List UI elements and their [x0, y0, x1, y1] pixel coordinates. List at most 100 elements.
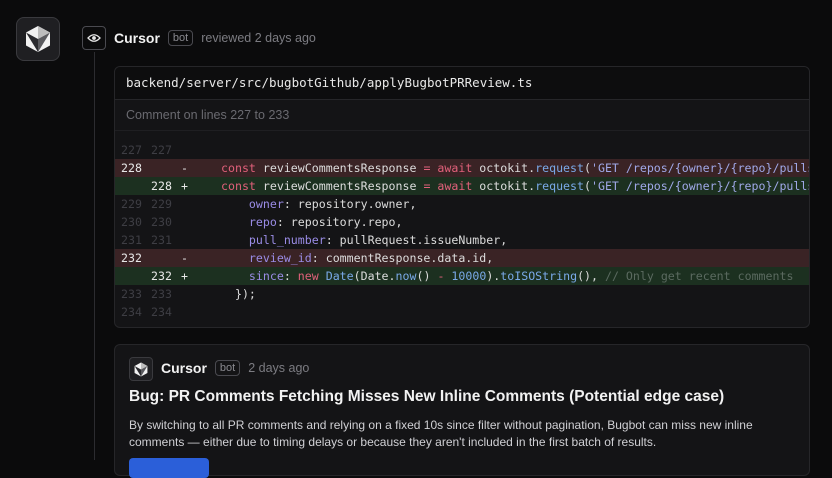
comment-timestamp[interactable]: 2 days ago — [248, 361, 309, 375]
code-text: review_id: commentResponse.data.id, — [221, 249, 493, 267]
code-token: // Only get recent comments — [604, 269, 794, 283]
code-token: ( — [584, 179, 591, 193]
old-line-number: 228 — [121, 161, 142, 175]
code-token: now — [395, 269, 417, 283]
code-token: const — [221, 161, 263, 175]
bot-badge: bot — [167, 30, 194, 46]
new-line-number: 228 — [151, 179, 172, 193]
old-line-number: 227 — [121, 143, 142, 157]
code-text: const reviewCommentsResponse = await oct… — [221, 159, 809, 177]
code-token: 10000 — [451, 269, 487, 283]
review-author[interactable]: Cursor — [114, 30, 160, 46]
file-path[interactable]: backend/server/src/bugbotGithub/applyBug… — [115, 67, 809, 100]
diff-line-added[interactable]: 232 + since: new Date(Date.now() - 10000)… — [115, 267, 809, 285]
code-token: request — [535, 161, 584, 175]
code-token: 'GET /repos/{owner}/{repo}/pulls/{pull_n… — [590, 179, 809, 193]
code-token: = await — [423, 179, 480, 193]
diff-code-block: 227 227 228- const reviewCommentsResponse =… — [115, 131, 809, 321]
comment-author-avatar[interactable] — [129, 357, 153, 381]
code-token: : repository.repo, — [276, 215, 403, 229]
code-text: }); — [221, 285, 256, 303]
code-token: : repository.owner, — [283, 197, 417, 211]
diff-line-deleted[interactable]: 228 - const reviewCommentsResponse = await… — [115, 159, 809, 177]
code-token: review_id — [248, 251, 312, 265]
code-token: ( — [584, 161, 591, 175]
code-token: new — [297, 269, 326, 283]
code-token: () — [416, 269, 438, 283]
comment-author[interactable]: Cursor — [161, 360, 207, 376]
comment-title: Bug: PR Comments Fetching Misses New Inl… — [129, 388, 725, 405]
old-line-number: 230 — [121, 215, 142, 229]
old-line-number: 229 — [121, 197, 142, 211]
code-token: : — [283, 269, 298, 283]
diff-line-added[interactable]: 228 + const reviewCommentsResponse = await… — [115, 177, 809, 195]
old-line-number: 232 — [121, 251, 142, 265]
comment-action-button[interactable] — [129, 458, 209, 478]
cursor-cube-logo-icon — [26, 26, 50, 52]
code-text: repo: repository.repo, — [221, 213, 403, 231]
timeline-line — [94, 52, 95, 460]
comment-header: Cursor bot 2 days ago — [161, 359, 309, 377]
review-header: Cursor bot reviewed 2 days ago — [114, 28, 316, 48]
diff-sign: + — [181, 269, 188, 283]
code-token: owner — [248, 197, 284, 211]
code-token: - — [437, 269, 452, 283]
code-text: since: new Date(Date.now() - 10000).toIS… — [221, 267, 794, 285]
new-line-number: 227 — [151, 143, 172, 157]
review-event-marker — [82, 26, 106, 50]
diff-line-context[interactable]: 230 230 repo: repository.repo, — [115, 213, 809, 231]
diff-line-context[interactable]: 227 227 — [115, 141, 809, 159]
code-token: repo — [248, 215, 277, 229]
comment-line-range: Comment on lines 227 to 233 — [115, 100, 809, 131]
diff-line-context[interactable]: 234 234 — [115, 303, 809, 321]
old-line-number: 231 — [121, 233, 142, 247]
review-file-card: backend/server/src/bugbotGithub/applyBug… — [114, 66, 810, 328]
diff-line-context[interactable]: 231 231 pull_number: pullRequest.issueNum… — [115, 231, 809, 249]
eye-icon — [87, 34, 101, 42]
code-token: reviewCommentsResponse — [262, 179, 424, 193]
review-timestamp[interactable]: reviewed 2 days ago — [201, 31, 316, 45]
new-line-number: 232 — [151, 269, 172, 283]
diff-line-context[interactable]: 233 233 }); — [115, 285, 809, 303]
code-token: since — [248, 269, 284, 283]
new-line-number: 230 — [151, 215, 172, 229]
code-token: : pullRequest.issueNumber, — [325, 233, 508, 247]
code-token: }); — [221, 287, 256, 301]
code-token: const — [221, 179, 263, 193]
review-comment-card: Cursor bot 2 days ago Bug: PR Comments F… — [114, 344, 810, 478]
old-line-number: 234 — [121, 305, 142, 319]
new-line-number: 229 — [151, 197, 172, 211]
code-token: (), — [577, 269, 605, 283]
code-token: (Date. — [353, 269, 396, 283]
reviewer-avatar[interactable] — [16, 17, 60, 61]
code-token: Date — [325, 269, 354, 283]
code-token: = await — [423, 161, 480, 175]
new-line-number: 234 — [151, 305, 172, 319]
code-token: reviewCommentsResponse — [262, 161, 424, 175]
diff-line-context[interactable]: 229 229 owner: repository.owner, — [115, 195, 809, 213]
diff-sign: + — [181, 179, 188, 193]
diff-sign: - — [181, 161, 188, 175]
diff-line-deleted[interactable]: 232 - review_id: commentResponse.data.id, — [115, 249, 809, 267]
code-token: pull_number — [248, 233, 326, 247]
code-token: octokit. — [479, 161, 536, 175]
old-line-number: 233 — [121, 287, 142, 301]
code-text: owner: repository.owner, — [221, 195, 417, 213]
code-token: : commentResponse.data.id, — [311, 251, 494, 265]
code-token: toISOString — [500, 269, 578, 283]
code-text: const reviewCommentsResponse = await oct… — [221, 177, 809, 195]
code-token: request — [535, 179, 584, 193]
diff-sign: - — [181, 251, 188, 265]
bot-badge: bot — [214, 360, 241, 376]
code-token: octokit. — [479, 179, 536, 193]
code-token: ). — [486, 269, 501, 283]
new-line-number: 233 — [151, 287, 172, 301]
code-token: 'GET /repos/{owner}/{repo}/pulls/{pull_n… — [590, 161, 809, 175]
new-line-number: 231 — [151, 233, 172, 247]
comment-body: By switching to all PR comments and rely… — [129, 418, 753, 449]
